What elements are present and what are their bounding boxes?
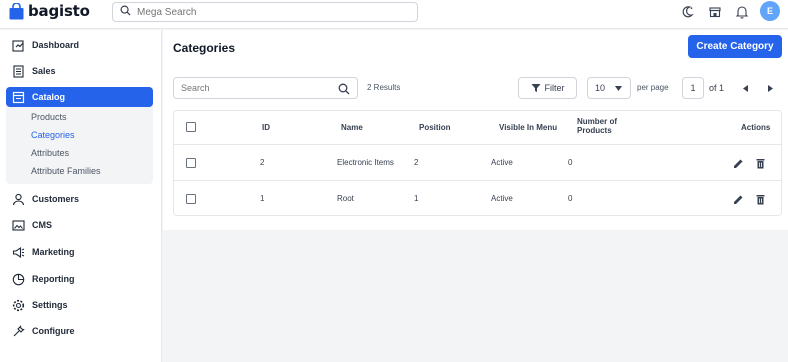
sidebar-subitem-products[interactable]: Products xyxy=(31,112,67,122)
previous-page-icon[interactable] xyxy=(739,81,751,95)
page-title: Categories xyxy=(173,41,236,55)
per-page-value: 10 xyxy=(595,83,606,93)
cell-id: 1 xyxy=(260,194,265,203)
marketing-icon xyxy=(11,245,25,259)
filter-button[interactable]: Filter xyxy=(518,77,577,99)
sidebar-item-label: Settings xyxy=(32,300,68,310)
customers-icon xyxy=(11,192,25,206)
datagrid-search[interactable] xyxy=(173,77,358,99)
column-header-id[interactable]: ID xyxy=(262,123,270,132)
row-checkbox[interactable] xyxy=(186,158,196,168)
main-content: Categories Create Category 2 Results Fil… xyxy=(163,30,788,230)
sidebar-item-marketing[interactable]: Marketing xyxy=(6,242,153,262)
column-header-visible-in-menu[interactable]: Visible In Menu xyxy=(499,123,557,132)
cell-visible-in-menu: Active xyxy=(491,194,513,203)
sidebar-item-label: Customers xyxy=(32,194,80,204)
sidebar-item-cms[interactable]: CMS xyxy=(6,215,153,235)
next-page-icon[interactable] xyxy=(764,81,776,95)
filter-icon xyxy=(531,83,541,93)
cms-icon xyxy=(11,218,25,232)
shopping-bag-icon xyxy=(9,1,24,20)
sidebar-item-label: Catalog xyxy=(32,92,66,102)
table-row: 1 Root 1 Active 0 xyxy=(174,181,781,217)
categories-table: ID Name Position Visible In Menu Number … xyxy=(173,110,782,216)
caret-down-icon xyxy=(615,86,622,91)
search-icon[interactable] xyxy=(338,82,350,100)
page-total-label: of 1 xyxy=(709,83,725,93)
table-header: ID Name Position Visible In Menu Number … xyxy=(174,111,781,145)
settings-icon xyxy=(11,298,25,312)
cell-visible-in-menu: Active xyxy=(491,158,513,167)
sidebar-item-sales[interactable]: Sales xyxy=(6,61,153,81)
cell-position: 1 xyxy=(414,194,419,203)
configure-icon xyxy=(11,324,25,338)
reporting-icon xyxy=(11,272,25,286)
sidebar-subitem-categories[interactable]: Categories xyxy=(31,130,75,140)
sales-icon xyxy=(11,64,25,78)
cell-number-of-products: 0 xyxy=(568,194,573,203)
create-category-button[interactable]: Create Category xyxy=(688,35,782,58)
cell-name: Electronic Items xyxy=(337,158,394,167)
column-header-number-of-products[interactable]: Number of Products xyxy=(577,117,637,135)
delete-icon[interactable] xyxy=(754,157,766,169)
per-page-select[interactable]: 10 xyxy=(587,77,631,99)
cell-name: Root xyxy=(337,194,354,203)
row-checkbox[interactable] xyxy=(186,194,196,204)
sidebar: Dashboard Sales Catalog Products Categor… xyxy=(0,30,162,362)
datagrid-search-input[interactable] xyxy=(181,83,331,93)
mega-search[interactable] xyxy=(112,2,418,22)
sidebar-item-customers[interactable]: Customers xyxy=(6,189,153,209)
results-count: 2 Results xyxy=(367,83,401,92)
sidebar-item-settings[interactable]: Settings xyxy=(6,295,153,315)
filter-label: Filter xyxy=(544,83,565,93)
sidebar-item-label: Configure xyxy=(32,326,75,336)
dark-mode-icon[interactable] xyxy=(679,4,695,20)
table-row: 2 Electronic Items 2 Active 0 xyxy=(174,145,781,181)
top-header: bagisto E xyxy=(0,0,788,29)
brand-name: bagisto xyxy=(28,2,90,20)
cell-position: 2 xyxy=(414,158,419,167)
cell-number-of-products: 0 xyxy=(568,158,573,167)
per-page-label: per page xyxy=(637,83,669,92)
dashboard-icon xyxy=(11,38,25,52)
sidebar-item-reporting[interactable]: Reporting xyxy=(6,269,153,289)
sidebar-item-configure[interactable]: Configure xyxy=(6,321,153,341)
column-header-actions: Actions xyxy=(741,123,771,132)
sidebar-subitem-attributes[interactable]: Attributes xyxy=(31,148,69,158)
edit-icon[interactable] xyxy=(732,157,744,169)
bagisto-logo[interactable]: bagisto xyxy=(9,1,90,20)
column-header-name[interactable]: Name xyxy=(341,123,363,132)
cell-id: 2 xyxy=(260,158,265,167)
sidebar-item-label: Marketing xyxy=(32,247,75,257)
sidebar-item-catalog[interactable]: Catalog xyxy=(6,87,153,107)
sidebar-item-dashboard[interactable]: Dashboard xyxy=(6,35,153,55)
mega-search-input[interactable] xyxy=(137,6,397,18)
search-icon xyxy=(120,3,131,21)
catalog-icon xyxy=(11,90,25,104)
edit-icon[interactable] xyxy=(732,193,744,205)
sidebar-item-label: Reporting xyxy=(32,274,75,284)
sidebar-item-label: Dashboard xyxy=(32,40,80,50)
user-avatar[interactable]: E xyxy=(760,1,780,21)
store-icon[interactable] xyxy=(707,4,723,20)
column-header-position[interactable]: Position xyxy=(419,123,451,132)
notification-bell-icon[interactable] xyxy=(734,4,750,20)
sidebar-subitem-attribute-families[interactable]: Attribute Families xyxy=(31,166,101,176)
delete-icon[interactable] xyxy=(754,193,766,205)
select-all-checkbox[interactable] xyxy=(186,122,196,132)
sidebar-item-label: Sales xyxy=(32,66,56,76)
sidebar-item-label: CMS xyxy=(32,220,52,230)
page-number-input[interactable]: 1 xyxy=(682,77,704,99)
